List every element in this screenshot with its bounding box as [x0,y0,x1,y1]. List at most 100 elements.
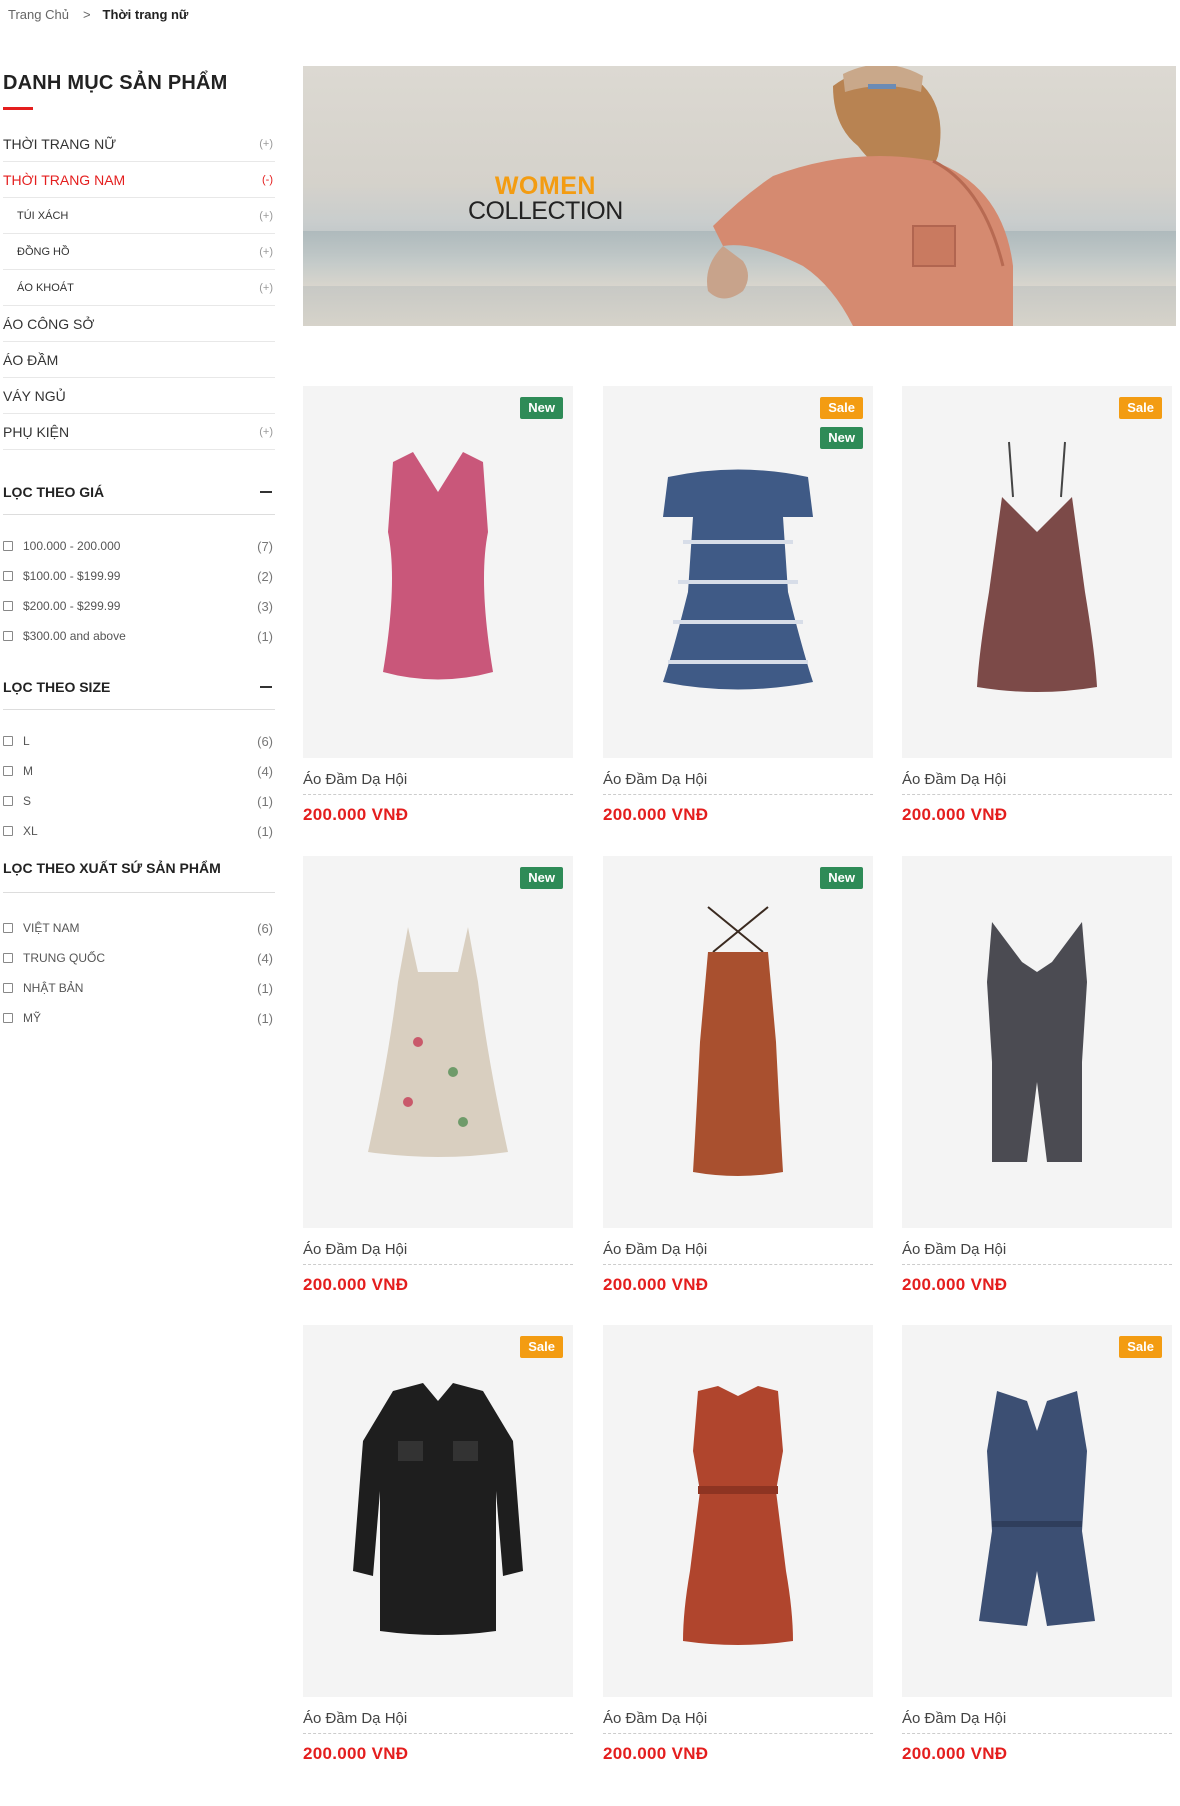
product-name-link[interactable]: Áo Đầm Dạ Hội [603,1241,873,1265]
price-option[interactable]: $100.00 - $199.99 (2) [3,561,275,591]
size-option[interactable]: M (4) [3,756,275,786]
sale-badge: Sale [1119,397,1162,419]
price-option[interactable]: $200.00 - $299.99 (3) [3,591,275,621]
product-image[interactable]: Sale [902,1325,1172,1697]
collection-banner[interactable]: WOMEN COLLECTION [303,66,1176,326]
category-item-ao-khoat[interactable]: ÁO KHOÁT (+) [3,270,275,306]
size-option[interactable]: S (1) [3,786,275,816]
size-option[interactable]: L (6) [3,726,275,756]
origin-option[interactable]: TRUNG QUỐC (4) [3,943,275,973]
option-label: MỸ [23,1011,41,1025]
badge-stack: Sale [1119,397,1162,419]
product-image[interactable]: New [303,386,573,758]
product-card[interactable]: Sale Áo Đầm Dạ Hội 200.000 VNĐ [902,1325,1172,1764]
badge-stack: Sale [520,1336,563,1358]
category-item-tui-xach[interactable]: TÚI XÁCH (+) [3,198,275,234]
product-card[interactable]: Sale Áo Đầm Dạ Hội 200.000 VNĐ [902,386,1172,825]
product-price: 200.000 VNĐ [603,1275,709,1294]
dress-image [383,452,493,680]
checkbox[interactable] [3,571,13,581]
option-label: 100.000 - 200.000 [23,539,121,553]
price-filter-header[interactable]: LỌC THEO GIÁ [3,484,275,515]
checkbox[interactable] [3,766,13,776]
origin-option[interactable]: NHẬT BẢN (1) [3,973,275,1003]
checkbox[interactable] [3,601,13,611]
dress-image [979,1391,1095,1626]
product-name-link[interactable]: Áo Đầm Dạ Hội [902,1241,1172,1265]
checkbox[interactable] [3,826,13,836]
product-image[interactable]: New [603,856,873,1228]
category-label: ÁO KHOÁT [17,281,74,294]
option-label: TRUNG QUỐC [23,951,105,965]
product-name-link[interactable]: Áo Đầm Dạ Hội [603,771,873,795]
expand-toggle[interactable]: (+) [259,246,275,258]
origin-option[interactable]: VIỆT NAM (6) [3,913,275,943]
product-card[interactable]: New Áo Đầm Dạ Hội 200.000 VNĐ [303,386,573,825]
product-name-link[interactable]: Áo Đầm Dạ Hội [603,1710,873,1734]
expand-toggle[interactable]: (+) [259,210,275,222]
checkbox[interactable] [3,983,13,993]
product-name-link[interactable]: Áo Đầm Dạ Hội [303,1710,573,1734]
product-image[interactable] [902,856,1172,1228]
product-card[interactable]: New Áo Đầm Dạ Hội 200.000 VNĐ [603,856,873,1295]
checkbox[interactable] [3,796,13,806]
category-label: PHỤ KIỆN [3,423,70,440]
option-count: (1) [257,628,273,644]
checkbox[interactable] [3,541,13,551]
product-card[interactable]: Sale Áo Đầm Dạ Hội 200.000 VNĐ [303,1325,573,1764]
collapse-icon[interactable] [260,491,272,493]
product-card[interactable]: New Áo Đầm Dạ Hội 200.000 VNĐ [303,856,573,1295]
origin-option[interactable]: MỸ (1) [3,1003,275,1033]
product-image[interactable]: New [303,856,573,1228]
product-image[interactable]: Sale [902,386,1172,758]
checkbox[interactable] [3,736,13,746]
option-count: (4) [257,763,273,779]
product-card[interactable]: Áo Đầm Dạ Hội 200.000 VNĐ [603,1325,873,1764]
category-item-ao-cong-so[interactable]: ÁO CÔNG SỞ [3,306,275,342]
category-item-phu-kien[interactable]: PHỤ KIỆN (+) [3,414,275,450]
checkbox[interactable] [3,923,13,933]
size-filter-header[interactable]: LỌC THEO SIZE [3,679,275,710]
product-name-link[interactable]: Áo Đầm Dạ Hội [303,771,573,795]
category-item-vay-ngu[interactable]: VÁY NGỦ [3,378,275,414]
checkbox[interactable] [3,631,13,641]
price-option[interactable]: 100.000 - 200.000 (7) [3,531,275,561]
category-item-thoi-trang-nu[interactable]: THỜI TRANG NỮ (+) [3,126,275,162]
product-card[interactable]: Sale New Áo Đầm Dạ Hội 200.000 VNĐ [603,386,873,825]
badge-stack: New [520,867,563,889]
filter-title: LỌC THEO GIÁ [3,484,105,500]
breadcrumb-home-link[interactable]: Trang Chủ [8,7,69,22]
category-item-ao-dam[interactable]: ÁO ĐẦM [3,342,275,378]
product-image[interactable]: Sale New [603,386,873,758]
dress-image [663,469,813,690]
sale-badge: Sale [520,1336,563,1358]
banner-title-collection: COLLECTION [468,197,623,225]
product-card[interactable]: Áo Đầm Dạ Hội 200.000 VNĐ [902,856,1172,1295]
origin-filter-header[interactable]: LỌC THEO XUẤT SỨ SẢN PHẨM [3,860,275,893]
product-name-link[interactable]: Áo Đầm Dạ Hội [902,771,1172,795]
expand-toggle[interactable]: (+) [259,138,275,150]
collapse-toggle[interactable]: (-) [262,174,275,186]
price-option[interactable]: $300.00 and above (1) [3,621,275,651]
banner-title-women: WOMEN [494,172,596,200]
collapse-icon[interactable] [260,686,272,688]
price-filter: LỌC THEO GIÁ 100.000 - 200.000 (7) $100.… [3,484,275,651]
sidebar-title: DANH MỤC SẢN PHẨM [3,72,228,94]
category-label: ÁO CÔNG SỞ [3,315,95,332]
dress-image [977,441,1097,692]
breadcrumb: Trang Chủ > Thời trang nữ [8,7,188,22]
product-name-link[interactable]: Áo Đầm Dạ Hội [303,1241,573,1265]
size-filter-list: L (6) M (4) S (1) XL (1) [3,710,275,846]
product-image[interactable]: Sale [303,1325,573,1697]
category-label: TÚI XÁCH [17,209,69,222]
checkbox[interactable] [3,953,13,963]
product-image[interactable] [603,1325,873,1697]
category-label: ĐỒNG HỒ [17,245,70,258]
expand-toggle[interactable]: (+) [259,282,275,294]
expand-toggle[interactable]: (+) [259,426,275,438]
category-item-thoi-trang-nam[interactable]: THỜI TRANG NAM (-) [3,162,275,198]
product-name-link[interactable]: Áo Đầm Dạ Hội [902,1710,1172,1734]
size-option[interactable]: XL (1) [3,816,275,846]
checkbox[interactable] [3,1013,13,1023]
category-item-dong-ho[interactable]: ĐỒNG HỒ (+) [3,234,275,270]
